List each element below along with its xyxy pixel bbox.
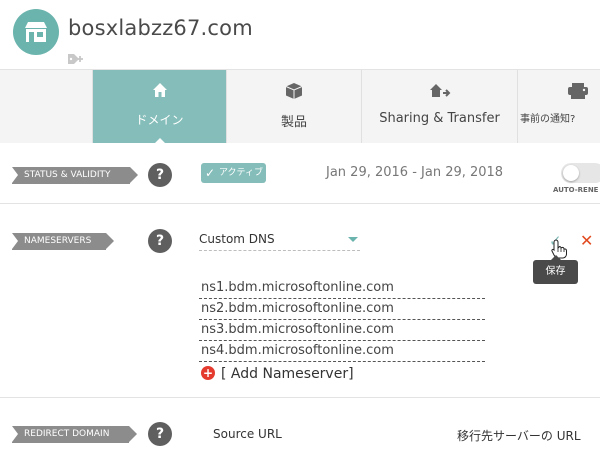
tab-domain[interactable]: ドメイン — [93, 70, 227, 144]
tab-sharing-transfer[interactable]: Sharing & Transfer — [362, 70, 518, 143]
add-nameserver-label: [ Add Nameserver] — [221, 366, 354, 382]
chevron-down-icon — [348, 237, 358, 242]
divider — [0, 203, 600, 204]
check-icon: ✓ — [205, 166, 216, 180]
redirect-help-icon[interactable]: ? — [148, 422, 172, 446]
cancel-x-icon[interactable]: ✕ — [580, 231, 593, 250]
box-icon — [285, 82, 303, 104]
status-help-icon[interactable]: ? — [148, 163, 172, 187]
source-url-column-header: Source URL — [213, 427, 282, 441]
toggle-knob — [563, 165, 579, 181]
share-transfer-icon — [429, 82, 451, 104]
status-badge: ✓ アクティブ — [201, 163, 266, 183]
tab-label: 事前の通知? — [520, 114, 576, 125]
home-icon — [152, 82, 168, 102]
domain-title: bosxlabzz67.com — [68, 16, 253, 40]
add-nameserver-button[interactable]: + [ Add Nameserver] — [201, 366, 354, 382]
nameserver-type-select[interactable]: Custom DNS — [199, 231, 360, 251]
nameserver-input-1[interactable]: ns1.bdm.microsoftonline.com — [199, 279, 485, 299]
nameserver-input-4[interactable]: ns4.bdm.microsoftonline.com — [199, 342, 485, 362]
save-tooltip: 保存 — [533, 255, 578, 284]
destination-url-column-header: 移行先サーバーの URL — [457, 429, 581, 443]
auto-renew-caption: AUTO-RENE — [553, 186, 599, 194]
tab-products[interactable]: 製品 — [227, 70, 362, 143]
redirect-domain-label: REDIRECT DOMAIN — [12, 426, 137, 443]
tab-label: 製品 — [280, 115, 307, 130]
status-validity-label: STATUS & VALIDITY — [12, 167, 138, 184]
divider — [0, 397, 600, 398]
tab-bar: ドメイン 製品 Sharing & Transfer 事前の通知? — [0, 69, 600, 144]
tab-notifications[interactable]: 事前の通知? — [518, 70, 600, 143]
nameservers-help-icon[interactable]: ? — [148, 229, 172, 253]
tab-spacer — [0, 70, 93, 143]
add-circle-icon: + — [201, 366, 215, 380]
nameserver-type-value: Custom DNS — [199, 232, 275, 246]
store-logo-icon — [13, 9, 59, 55]
nameserver-input-2[interactable]: ns2.bdm.microsoftonline.com — [199, 300, 485, 320]
status-badge-label: アクティブ — [219, 168, 264, 178]
auto-renew-toggle[interactable] — [561, 163, 600, 183]
active-tab-indicator — [153, 138, 166, 144]
nameserver-input-3[interactable]: ns3.bdm.microsoftonline.com — [199, 321, 485, 341]
header: bosxlabzz67.com — [0, 0, 600, 70]
nameservers-label: NAMESERVERS — [12, 233, 114, 250]
add-tag-icon[interactable] — [68, 50, 84, 69]
tab-label: Sharing & Transfer — [379, 111, 500, 126]
validity-date-range: Jan 29, 2016 - Jan 29, 2018 — [326, 165, 504, 180]
notification-icon — [567, 82, 589, 104]
tab-label: ドメイン — [135, 113, 184, 127]
